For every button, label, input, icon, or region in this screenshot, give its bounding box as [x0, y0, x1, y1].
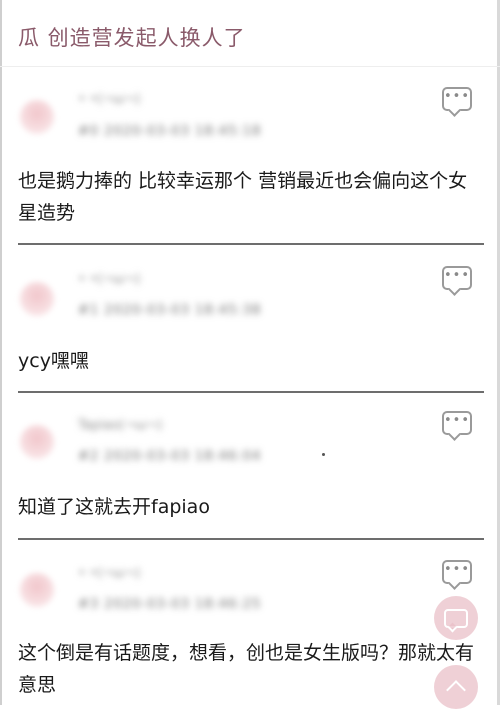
comment-icon: ••• — [444, 89, 471, 104]
post-meta: #1 2020-03-03 18:45:38 — [78, 303, 262, 318]
reply-button[interactable]: ••• — [442, 560, 472, 584]
comment-icon: ••• — [444, 562, 471, 577]
post-meta: #0 2020-03-03 18:45:18 — [78, 124, 262, 139]
post-body: 也是鹅力捧的 比较幸运那个 营销最近也会偏向这个女星造势 — [18, 170, 468, 224]
chat-icon — [444, 608, 468, 628]
comment-icon: ••• — [444, 268, 471, 283]
left-edge — [0, 0, 2, 705]
author-name[interactable]: • •(¬ω¬) — [78, 92, 140, 107]
reply-button[interactable]: ••• — [442, 266, 472, 290]
chevron-up-icon — [446, 680, 466, 700]
author-name[interactable]: • •(¬ω¬) — [78, 272, 140, 287]
post-meta: #3 2020-03-03 18:46:25 — [78, 597, 262, 612]
post-divider — [18, 391, 484, 393]
post-body: ycy嘿嘿 — [18, 350, 89, 372]
reply-button[interactable]: ••• — [442, 411, 472, 435]
avatar[interactable] — [20, 100, 54, 134]
author-name[interactable]: • •(¬ω¬) — [78, 566, 140, 581]
avatar[interactable] — [20, 425, 54, 459]
author-name[interactable]: Tapiao(¬ω¬) — [78, 418, 162, 433]
title-divider — [0, 66, 500, 67]
thread-title: 瓜 创造营发起人换人了 — [18, 26, 246, 50]
post-body: 这个倒是有话题度，想看，创也是女生版吗？那就太有意思 — [18, 642, 475, 696]
post-divider — [18, 243, 484, 245]
avatar[interactable] — [20, 573, 54, 607]
post-body: 知道了这就去开fapiao — [18, 496, 210, 518]
chat-button[interactable] — [434, 596, 478, 640]
reply-button[interactable]: ••• — [442, 87, 472, 111]
avatar[interactable] — [20, 282, 54, 316]
scroll-top-button[interactable] — [434, 665, 478, 709]
post-meta: #2 2020-03-03 18:46:04 — [78, 449, 262, 464]
post-divider — [18, 538, 484, 540]
speck — [322, 453, 325, 456]
comment-icon: ••• — [444, 413, 471, 428]
